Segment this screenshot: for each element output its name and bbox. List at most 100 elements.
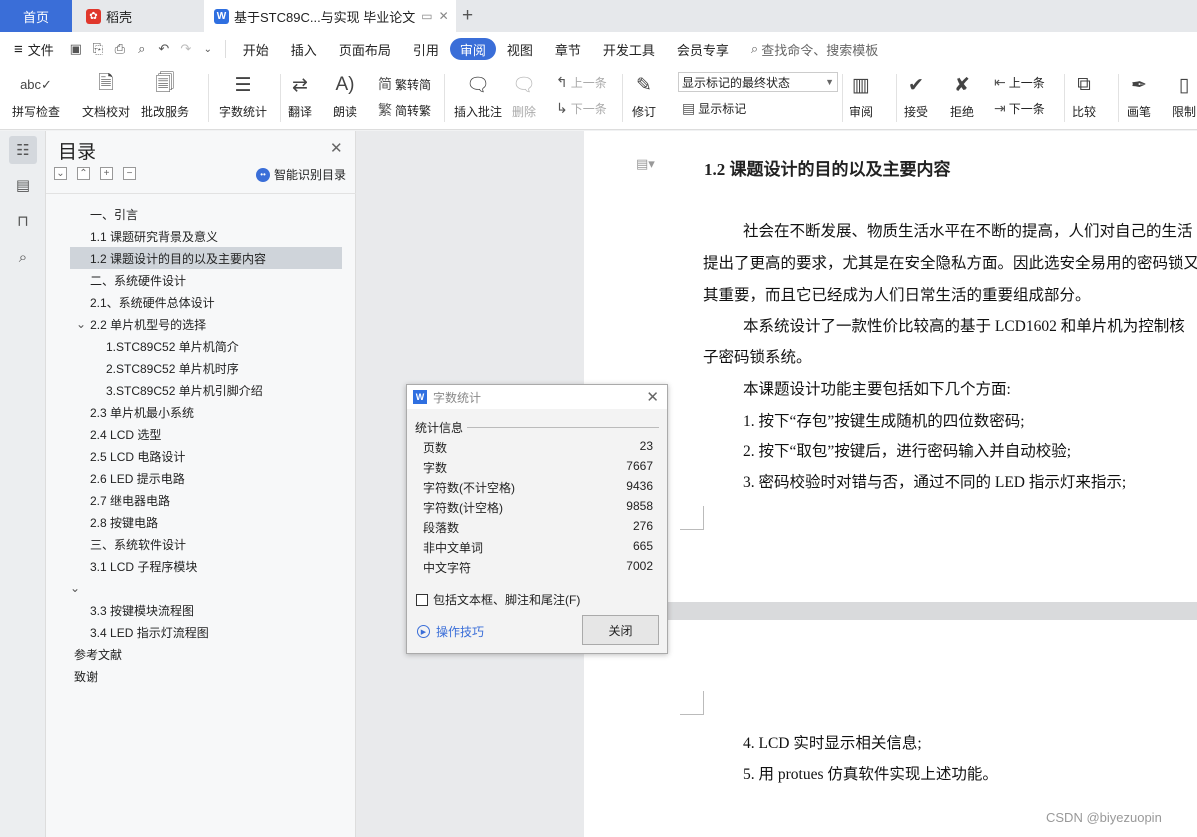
tab-document[interactable]: W 基于STC89C...与实现 毕业论文 ▭ ✕	[204, 0, 456, 32]
menu-start[interactable]: 开始	[232, 38, 280, 60]
close-icon[interactable]: ✕	[330, 139, 343, 157]
toc-item[interactable]: 3.STC89C52 单片机引脚介绍	[70, 379, 342, 401]
toc-item[interactable]: 三、系统软件设计	[70, 533, 342, 555]
command-search[interactable]: ⌕ 查找命令、搜索模板	[740, 38, 889, 60]
show-markup-button[interactable]: ▤ 显示标记	[682, 100, 746, 117]
close-icon[interactable]: ✕	[646, 388, 659, 406]
toc-item[interactable]: 2.7 继电器电路	[70, 489, 342, 511]
new-tab-icon[interactable]: +	[462, 0, 482, 32]
toc-item[interactable]: 3.3 按键模块流程图	[70, 599, 342, 621]
stat-value: 665	[632, 539, 653, 553]
checkbox-box[interactable]	[416, 593, 428, 606]
smart-toc-button[interactable]: •• 智能识别目录	[256, 166, 346, 183]
read-aloud-button[interactable]: A) 朗读	[333, 70, 357, 120]
toc-item[interactable]: 3.1 LCD 子程序模块	[70, 555, 342, 577]
menu-layout[interactable]: 页面布局	[328, 38, 402, 60]
prev-change-button[interactable]: ⇤ 上一条	[994, 74, 1045, 91]
chevron-down-icon[interactable]: ⌄	[76, 317, 86, 331]
toc-item[interactable]: 2.8 按键电路	[70, 511, 342, 533]
toc-item[interactable]: ⌄ 2.2 单片机型号的选择	[70, 313, 342, 335]
search-icon[interactable]: ⌕	[9, 243, 37, 271]
tips-link[interactable]: ▶ 操作技巧	[417, 623, 484, 640]
toc-item-label: 3.4 LED 指示灯流程图	[90, 625, 209, 640]
review-pane-button[interactable]: ▥ 审阅	[849, 70, 873, 120]
menu-member[interactable]: 会员专享	[666, 38, 740, 60]
toc-item[interactable]: 2.4 LCD 选型	[70, 423, 342, 445]
restrict-button[interactable]: ▯ 限制	[1172, 70, 1196, 120]
compare-button[interactable]: ⧉ 比较	[1072, 70, 1096, 120]
word-count-button[interactable]: ☰ 字数统计	[219, 70, 267, 120]
stat-label: 页数	[423, 441, 448, 455]
toc-item[interactable]: 2.1、系统硬件总体设计	[70, 291, 342, 313]
print-icon[interactable]: ⎙	[109, 38, 131, 60]
menu-reference[interactable]: 引用	[402, 38, 450, 60]
trad-to-simp-button[interactable]: 简繁转简	[378, 74, 431, 94]
bookmark-icon[interactable]: ⊓	[9, 207, 37, 235]
revise-button[interactable]: ✎ 修订	[632, 70, 656, 120]
menu-chapter[interactable]: 章节	[544, 38, 592, 60]
toc-item[interactable]: 2.STC89C52 单片机时序	[70, 357, 342, 379]
toc-item-label: 一、引言	[90, 207, 139, 222]
approve-service-button[interactable]: 🗐 批改服务	[141, 70, 189, 120]
next-change-button[interactable]: ⇥ 下一条	[994, 100, 1045, 117]
pen-button[interactable]: ✒ 画笔	[1127, 70, 1151, 120]
toc-panel-icon[interactable]: ☷	[9, 136, 37, 164]
close-button[interactable]: 关闭	[582, 615, 659, 645]
toc-item-label: 2.7 继电器电路	[90, 493, 171, 508]
menu-review[interactable]: 审阅	[449, 38, 496, 60]
menu-view[interactable]: 视图	[496, 38, 544, 60]
toc-item[interactable]: 1.2 课题设计的目的以及主要内容	[70, 247, 342, 269]
delete-comment-button[interactable]: 🗨 删除	[512, 70, 536, 120]
save-icon[interactable]: ▣	[65, 38, 87, 60]
undo-icon[interactable]: ↶	[153, 38, 175, 60]
proofread-button[interactable]: 🗎 文档校对	[82, 70, 130, 120]
toc-item[interactable]: 致谢	[70, 665, 342, 687]
tab-document-label: 基于STC89C...与实现 毕业论文	[234, 9, 416, 25]
ribbon: abc✓ 拼写检查 🗎 文档校对 🗐 批改服务 ☰ 字数统计 ⇄ 翻译 A) 朗读 简繁转简…	[0, 66, 1197, 130]
navigation-icon[interactable]: ▤	[9, 171, 37, 199]
close-tab-icon[interactable]: ✕	[439, 9, 449, 23]
tab-home[interactable]: 首页	[0, 0, 72, 32]
more-icon[interactable]: ⌄	[197, 38, 219, 60]
chevron-down-icon[interactable]: ⌄	[70, 581, 80, 595]
file-menu[interactable]: ≡ 文件	[0, 38, 65, 60]
collapse-icon[interactable]: ⌄	[54, 167, 67, 180]
spell-check-button[interactable]: abc✓ 拼写检查	[12, 70, 60, 120]
toc-item[interactable]: 2.5 LCD 电路设计	[70, 445, 342, 467]
ribbon-divider	[208, 74, 209, 122]
remove-level-icon[interactable]: −	[123, 167, 136, 180]
insert-comment-button[interactable]: 🗨 插入批注	[454, 70, 502, 120]
toc-item[interactable]: 2.6 LED 提示电路	[70, 467, 342, 489]
prev-comment-button[interactable]: ↰ 上一条	[556, 74, 607, 91]
document-line: 5. 用 protues 仿真软件实现上述功能。	[743, 766, 998, 783]
simp-to-trad-button[interactable]: 繁简转繁	[378, 100, 431, 120]
menu-developer[interactable]: 开发工具	[592, 38, 666, 60]
stat-value: 23	[639, 439, 653, 453]
toc-item[interactable]: 3.4 LED 指示灯流程图	[70, 621, 342, 643]
translate-button[interactable]: ⇄ 翻译	[288, 70, 312, 120]
toc-item[interactable]: ⌄	[70, 577, 342, 599]
add-level-icon[interactable]: +	[100, 167, 113, 180]
next-comment-button[interactable]: ↳ 下一条	[556, 100, 607, 117]
expand-icon[interactable]: ⌃	[77, 167, 90, 180]
toc-item[interactable]: 一、引言	[70, 203, 342, 225]
reject-label: 拒绝	[950, 105, 975, 119]
tab-daoke[interactable]: ✿ 稻壳	[74, 0, 200, 32]
markup-state-select[interactable]: 显示标记的最终状态 ▼	[678, 72, 838, 92]
toc-item[interactable]: 1.1 课题研究背景及意义	[70, 225, 342, 247]
export-icon[interactable]: ⎘	[87, 38, 109, 60]
accept-button[interactable]: ✔ 接受	[904, 70, 928, 120]
reject-button[interactable]: ✘ 拒绝	[950, 70, 974, 120]
menu-insert[interactable]: 插入	[280, 38, 328, 60]
monitor-icon[interactable]: ▭	[421, 9, 432, 23]
include-notes-checkbox[interactable]: 包括文本框、脚注和尾注(F)	[416, 591, 580, 608]
paragraph-menu-icon[interactable]: ▤▾	[636, 157, 655, 172]
document-line: 1. 按下“存包”按键生成随机的四位数密码;	[743, 413, 1025, 430]
toc-item[interactable]: 二、系统硬件设计	[70, 269, 342, 291]
toc-item[interactable]: 2.3 单片机最小系统	[70, 401, 342, 423]
toc-item[interactable]: 1.STC89C52 单片机简介	[70, 335, 342, 357]
document-page[interactable]: ▤▾ 1.2 课题设计的目的以及主要内容 社会在不断发展、物质生活水平在不断的提…	[584, 131, 1197, 837]
redo-icon[interactable]: ↷	[175, 38, 197, 60]
preview-icon[interactable]: ⌕	[131, 38, 153, 60]
toc-item[interactable]: 参考文献	[70, 643, 342, 665]
